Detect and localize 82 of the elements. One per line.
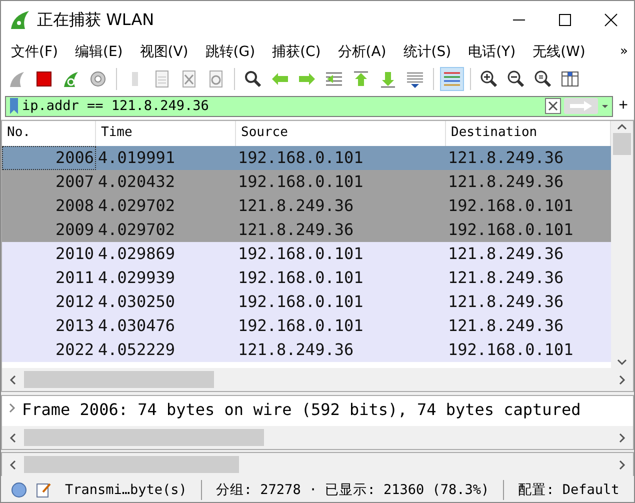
table-cell-text: 121.8.249.36 [447, 290, 565, 313]
display-filter-field[interactable]: ip.addr == 121.8.249.36 [5, 96, 613, 117]
menu-item[interactable]: 分析(A) [332, 42, 392, 61]
vertical-scrollbar[interactable] [611, 120, 633, 368]
status-message: Transmi…byte(s) [64, 482, 188, 498]
menu-item[interactable]: 无线(W) [526, 42, 592, 61]
table-cell-text: 121.8.249.36 [447, 314, 565, 337]
table-cell-text: 192.168.0.101 [237, 242, 364, 265]
horizontal-scrollbar[interactable] [2, 426, 633, 450]
scroll-right-icon[interactable] [617, 374, 627, 386]
table-cell-text: 2012 [54, 290, 95, 313]
table-cell-text: 2010 [54, 242, 95, 265]
table-cell-text: 4.030250 [97, 290, 176, 313]
menu-item[interactable]: 文件(F) [5, 42, 64, 61]
table-cell-text: 121.8.249.36 [447, 170, 565, 193]
table-cell-text: 4.020432 [97, 170, 176, 193]
notes-icon[interactable] [35, 482, 51, 498]
table-cell-text: 4.029869 [97, 242, 176, 265]
packet-row[interactable]: 2013 4.030476 192.168.0.101 121.8.249.36 [2, 314, 611, 338]
table-cell-text: 192.168.0.101 [447, 218, 574, 241]
table-cell-text: 2008 [54, 194, 95, 217]
packet-row[interactable]: 2012 4.030250 192.168.0.101 121.8.249.36 [2, 290, 611, 314]
profile-label[interactable]: 配置: Default [512, 480, 626, 499]
menu-item[interactable]: 捕获(C) [266, 42, 327, 61]
table-cell-text: 4.019991 [97, 146, 176, 169]
scroll-left-icon[interactable] [8, 432, 18, 444]
scroll-left-icon[interactable] [8, 458, 18, 471]
bookmark-icon[interactable] [8, 97, 20, 116]
scroll-left-icon[interactable] [8, 374, 18, 386]
table-cell-text: 192.168.0.101 [237, 170, 364, 193]
packet-row[interactable]: 2008 4.029702 121.8.249.36 192.168.0.101 [2, 194, 611, 218]
table-cell: 2006 [2, 146, 96, 170]
table-cell-text: 4.029702 [97, 194, 176, 217]
table-cell-text: 192.168.0.101 [447, 338, 574, 361]
table-cell-text: 4.030476 [97, 314, 176, 337]
menu-item[interactable]: 视图(V) [134, 42, 194, 61]
shark-fin-icon [9, 9, 31, 31]
filter-text[interactable]: ip.addr == 121.8.249.36 [20, 98, 211, 114]
table-cell-text: 192.168.0.101 [237, 290, 364, 313]
table-cell-text: 2011 [54, 266, 95, 289]
horizontal-scrollbar[interactable] [2, 368, 633, 392]
packet-row[interactable]: 2009 4.029702 121.8.249.36 192.168.0.101 [2, 218, 611, 242]
clear-icon[interactable] [544, 98, 561, 114]
table-cell-text: 121.8.249.36 [447, 242, 565, 265]
packet-row[interactable]: 2022 4.052229 121.8.249.36 192.168.0.101 [2, 338, 611, 362]
frame-summary[interactable]: Frame 2006: 74 bytes on wire (592 bits), 74 bytes captured [22, 400, 581, 420]
table-cell-text: 121.8.249.36 [447, 146, 565, 169]
table-cell-text: 2013 [54, 314, 95, 337]
table-cell-text: 192.168.0.101 [237, 314, 364, 337]
menu-item[interactable]: 编辑(E) [68, 42, 129, 61]
scroll-right-icon[interactable] [617, 458, 627, 471]
table-cell-text: 2009 [54, 218, 95, 241]
scrollbar-thumb[interactable] [613, 132, 631, 155]
table-cell-text: 4.029939 [97, 266, 176, 289]
table-cell-text: 121.8.249.36 [237, 218, 355, 241]
maximize-icon[interactable] [559, 14, 571, 26]
menu-item[interactable]: 统计(S) [397, 42, 458, 61]
packet-row[interactable]: 2006 4.019991 192.168.0.101 121.8.249.36 [2, 146, 611, 170]
table-cell-text: 2007 [54, 170, 95, 193]
add-filter-button[interactable]: + [616, 97, 630, 116]
window-title: 正在捕获 WLAN [37, 10, 156, 30]
close-icon[interactable] [604, 13, 618, 27]
colorize-icon[interactable] [440, 67, 464, 92]
status-circle-icon[interactable] [11, 482, 27, 498]
table-cell-text: 121.8.249.36 [237, 194, 355, 217]
menu-item[interactable]: 跳转(G) [199, 42, 262, 61]
packet-row[interactable]: 2010 4.029869 192.168.0.101 121.8.249.36 [2, 242, 611, 266]
packet-row[interactable]: 2011 4.029939 192.168.0.101 121.8.249.36 [2, 266, 611, 290]
table-cell-text: 2022 [54, 338, 95, 361]
table-cell-text: 121.8.249.36 [237, 338, 355, 361]
table-cell-text: 4.029702 [97, 218, 176, 241]
packet-row[interactable]: 2007 4.020432 192.168.0.101 121.8.249.36 [2, 170, 611, 194]
table-cell-text: 192.168.0.101 [447, 194, 574, 217]
scroll-right-icon[interactable] [617, 432, 627, 444]
table-cell-text: 192.168.0.101 [237, 266, 364, 289]
table-cell-text: 121.8.249.36 [447, 266, 565, 289]
menu-item[interactable]: 电话(Y) [462, 42, 522, 61]
packet-count: 分组: 27278 · 已显示: 21360 (78.3%) [214, 480, 490, 499]
table-cell-text: 4.052229 [97, 338, 176, 361]
horizontal-scrollbar[interactable] [2, 453, 633, 476]
menu-overflow[interactable]: » [620, 44, 634, 60]
table-cell-text: 192.168.0.101 [237, 146, 364, 169]
